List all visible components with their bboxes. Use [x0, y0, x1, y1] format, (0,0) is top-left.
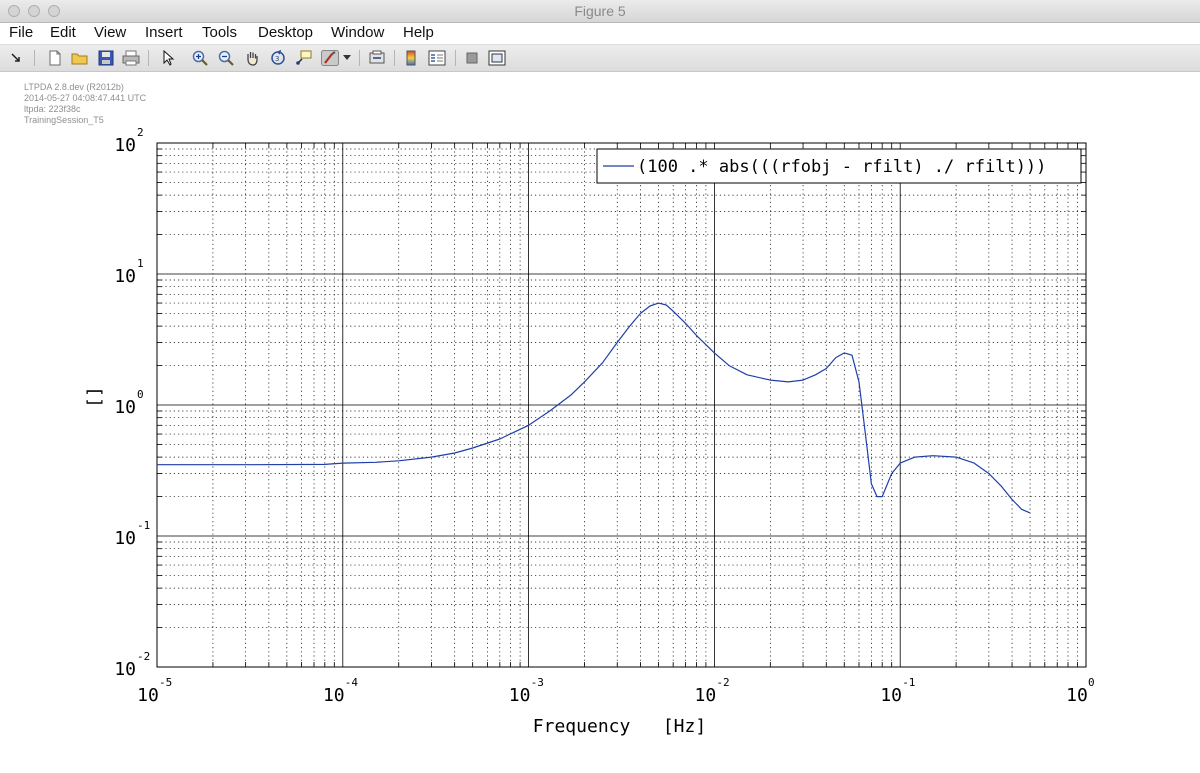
x-tick-label: 10 — [880, 685, 902, 706]
y-tick-exponent: 1 — [137, 257, 144, 270]
x-tick-exponent: -1 — [902, 676, 915, 689]
x-axis-label: Frequency [Hz] — [533, 716, 706, 737]
series-group — [157, 302, 1031, 514]
grid — [156, 143, 1086, 668]
x-tick-exponent: -4 — [345, 676, 359, 689]
y-tick-labels: 10-210-1100101102 — [114, 126, 150, 680]
y-tick-label: 10 — [114, 266, 136, 287]
y-tick-label: 10 — [114, 135, 136, 156]
x-tick-exponent: -3 — [531, 676, 544, 689]
legend[interactable]: (100 .* abs(((rfobj - rfilt) ./ rfilt))) — [596, 148, 1082, 184]
legend-label: (100 .* abs(((rfobj - rfilt) ./ rfilt))) — [637, 157, 1046, 177]
x-tick-exponent: -5 — [159, 676, 172, 689]
series-line — [157, 302, 1031, 514]
x-tick-label: 10 — [137, 685, 159, 706]
y-tick-label: 10 — [114, 528, 136, 549]
x-tick-label: 10 — [695, 685, 717, 706]
x-tick-label: 10 — [509, 685, 531, 706]
x-tick-labels: 10-510-410-310-210-1100 — [137, 676, 1094, 706]
x-tick-exponent: -2 — [716, 676, 729, 689]
y-tick-exponent: -2 — [137, 650, 150, 663]
y-axis-label: [] — [84, 386, 105, 408]
y-tick-label: 10 — [114, 397, 136, 418]
y-tick-exponent: 2 — [137, 126, 144, 139]
x-tick-label: 10 — [323, 685, 345, 706]
y-tick-exponent: 0 — [137, 388, 144, 401]
x-tick-exponent: 0 — [1088, 676, 1095, 689]
x-tick-label: 10 — [1066, 685, 1088, 706]
loglog-chart[interactable]: 10-510-410-310-210-1100 10-210-110010110… — [0, 0, 1200, 773]
y-tick-label: 10 — [114, 659, 136, 680]
y-tick-exponent: -1 — [137, 519, 150, 532]
